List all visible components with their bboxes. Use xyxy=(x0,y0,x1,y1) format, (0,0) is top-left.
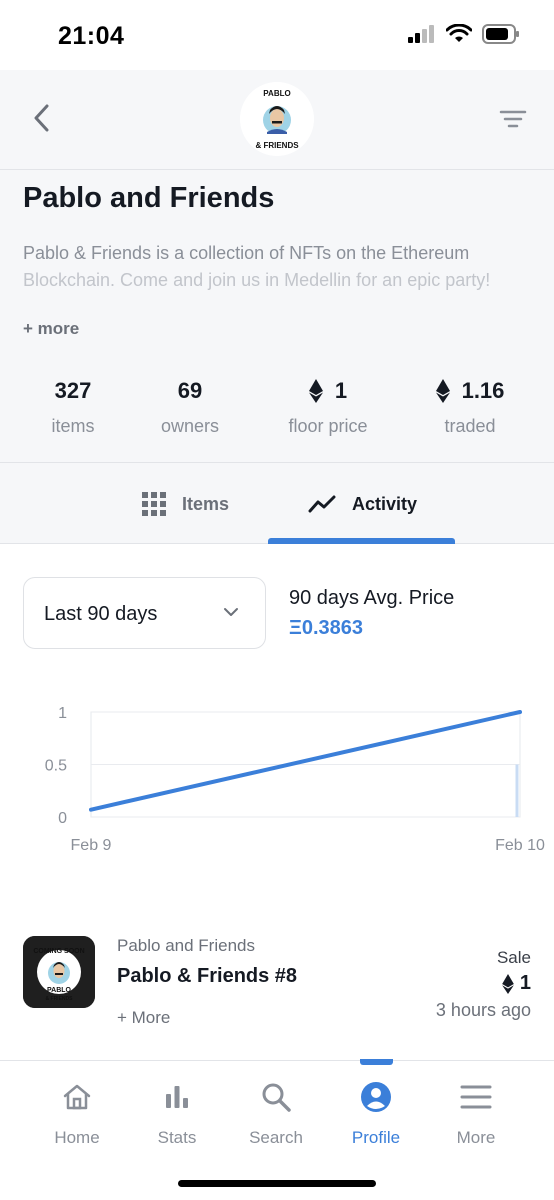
nft-thumb-text-bottom-2: & FRIENDS xyxy=(46,996,74,1002)
trend-line-icon xyxy=(308,495,336,513)
nav-stats[interactable]: Stats xyxy=(127,1079,227,1148)
stats-icon xyxy=(166,1086,188,1108)
filter-icon xyxy=(499,110,527,128)
description-line-1: Pablo & Friends is a collection of NFTs … xyxy=(23,243,470,263)
nft-thumb-text-bottom-1: PABLO xyxy=(47,987,72,994)
wifi-icon xyxy=(446,24,472,42)
activity-type: Sale xyxy=(496,948,531,967)
ethereum-icon xyxy=(502,973,514,994)
stat-traded-value: 1.16 xyxy=(461,378,505,403)
collection-logo: PABLO & FRIENDS xyxy=(240,82,314,156)
nav-home[interactable]: Home xyxy=(27,1079,127,1148)
active-nav-marker xyxy=(360,1059,393,1065)
logo-text-bottom: & FRIENDS xyxy=(255,141,299,150)
stat-owners-label: owners xyxy=(160,416,220,436)
stat-floor-price: 1 floor price xyxy=(258,376,398,437)
chart-y-tick-label: 0 xyxy=(58,810,67,827)
chevron-left-icon xyxy=(34,104,49,132)
chart-y-tick-label: 1 xyxy=(58,705,67,722)
nav-profile[interactable]: Profile xyxy=(326,1079,426,1148)
status-time: 21:04 xyxy=(58,22,125,50)
nav-search-label: Search xyxy=(249,1128,303,1147)
stat-traded: 1.16 traded xyxy=(400,376,540,437)
nav-more-label: More xyxy=(456,1128,496,1147)
cellular-signal-icon xyxy=(408,25,434,43)
nav-search[interactable]: Search xyxy=(226,1079,326,1148)
price-chart: 1 0.5 0Feb 9 Feb 10 xyxy=(45,705,545,854)
chart-y-tick-label: 0.5 xyxy=(45,758,67,775)
nft-name[interactable]: Pablo & Friends #8 xyxy=(117,965,297,988)
activity-price-value: 1 xyxy=(519,972,531,994)
nft-thumbnail-image: COMING SOON PABLO & FRIENDS xyxy=(23,936,95,1008)
status-icons xyxy=(408,24,520,44)
profile-icon xyxy=(361,1082,391,1112)
nft-collection-name: Pablo and Friends xyxy=(117,936,255,955)
active-tab-indicator xyxy=(268,538,455,544)
tab-activity-label: Activity xyxy=(352,493,418,514)
nft-thumb-text-top: COMING SOON xyxy=(33,948,84,955)
home-icon xyxy=(63,1084,91,1110)
chart-x-tick-label: Feb 9 xyxy=(71,837,112,854)
chart-x-tick-label: Feb 10 xyxy=(495,837,545,854)
stat-owners: 69 owners xyxy=(120,376,260,437)
filter-button[interactable] xyxy=(498,104,528,134)
nav-stats-label: Stats xyxy=(157,1128,197,1147)
more-description-link[interactable]: + more xyxy=(23,319,79,339)
grid-icon xyxy=(142,492,166,516)
avg-price-value: Ξ0.3863 xyxy=(289,617,364,639)
status-bar: 21:04 xyxy=(0,0,554,70)
battery-icon xyxy=(482,24,519,44)
collection-stats: 327 items 69 owners 1 floor price 1.16 t… xyxy=(0,376,554,446)
logo-text-top: PABLO xyxy=(263,89,290,98)
nav-home-label: Home xyxy=(54,1128,100,1147)
collection-title: Pablo and Friends xyxy=(23,182,275,214)
activity-time: 3 hours ago xyxy=(435,1000,531,1020)
nft-thumbnail: COMING SOON PABLO & FRIENDS xyxy=(23,936,95,1008)
back-button[interactable] xyxy=(26,100,56,136)
avg-price-label: 90 days Avg. Price xyxy=(289,587,455,609)
tab-items[interactable]: Items xyxy=(142,487,229,521)
date-range-value: Last 90 days xyxy=(44,603,158,625)
collection-description: Pablo & Friends is a collection of NFTs … xyxy=(23,240,533,294)
tab-activity[interactable]: Activity xyxy=(308,487,417,521)
date-range-select[interactable]: Last 90 days xyxy=(23,577,266,649)
ethereum-icon xyxy=(308,379,323,403)
description-line-2: Blockchain. Come and join us in Medellin… xyxy=(23,270,491,290)
ethereum-icon xyxy=(435,379,450,403)
nav-more[interactable]: More xyxy=(426,1079,526,1148)
nav-bar: PABLO & FRIENDS xyxy=(0,70,554,170)
collection-header-section: PABLO & FRIENDS Pablo and Friends Pablo … xyxy=(0,70,554,462)
stat-items-value: 327 xyxy=(54,378,92,403)
stat-floor-price-label: floor price xyxy=(288,416,368,436)
nft-more-link[interactable]: + More xyxy=(117,1008,170,1028)
home-indicator xyxy=(178,1180,376,1187)
search-icon xyxy=(262,1083,291,1112)
chevron-down-icon xyxy=(224,608,238,616)
stat-traded-label: traded xyxy=(444,416,496,436)
pablo-logo-image: PABLO & FRIENDS xyxy=(240,82,314,156)
chart-series-line xyxy=(89,710,522,812)
menu-icon xyxy=(460,1085,492,1109)
nav-profile-label: Profile xyxy=(351,1128,401,1147)
stat-floor-price-value: 1 xyxy=(334,378,348,403)
activity-price: 1 xyxy=(502,972,531,995)
chart-data-point xyxy=(518,710,522,714)
stat-owners-value: 69 xyxy=(177,378,203,403)
bottom-navigation: Home Stats Search Profile More xyxy=(0,1059,554,1200)
chart-data-point xyxy=(89,808,93,812)
tab-items-label: Items xyxy=(182,493,230,514)
tab-bar: Items Activity xyxy=(0,462,554,544)
activity-list-item[interactable]: COMING SOON PABLO & FRIENDS Pablo and Fr… xyxy=(0,928,554,1028)
